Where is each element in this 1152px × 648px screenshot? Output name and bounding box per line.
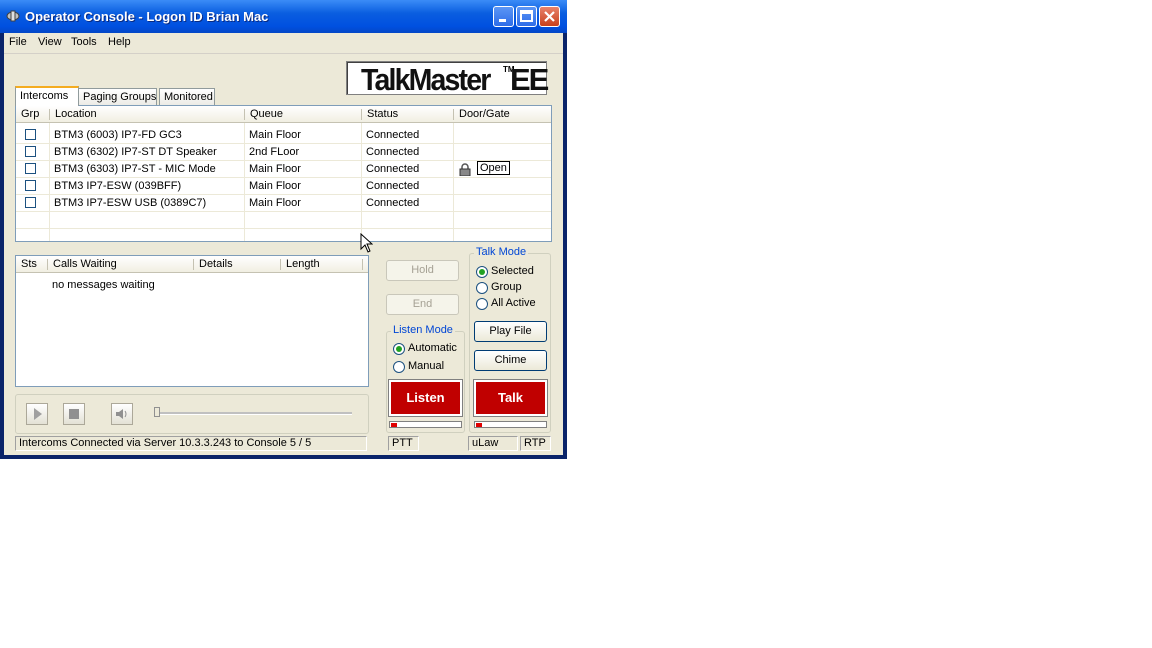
logo-suffix: EE: [510, 62, 549, 97]
col-location[interactable]: Location: [50, 106, 245, 123]
grp-checkbox[interactable]: [25, 146, 36, 157]
close-button[interactable]: [539, 6, 560, 27]
listen-mode-title: Listen Mode: [391, 324, 455, 336]
playback-controls: [15, 394, 369, 434]
calls-waiting-list: Sts Calls Waiting Details Length no mess…: [15, 255, 369, 387]
play-file-button[interactable]: Play File: [474, 321, 547, 342]
listen-button[interactable]: Listen: [388, 379, 463, 417]
title-bar[interactable]: Operator Console - Logon ID Brian Mac: [0, 0, 567, 33]
talk-level-meter: [474, 421, 547, 428]
window-title: Operator Console - Logon ID Brian Mac: [25, 9, 269, 24]
row-queue: Main Floor: [249, 180, 301, 192]
talkmaster-logo: TalkMaster TM EE: [346, 61, 549, 97]
empty-message: no messages waiting: [52, 279, 155, 291]
volume-button[interactable]: [111, 403, 133, 425]
row-location: BTM3 (6302) IP7-ST DT Speaker: [54, 146, 217, 158]
row-location: BTM3 IP7-ESW (039BFF): [54, 180, 182, 192]
listen-mode-group: Listen Mode Automatic Manual Listen: [386, 324, 465, 433]
stop-button[interactable]: [63, 403, 85, 425]
listen-automatic-radio[interactable]: [393, 343, 405, 355]
hold-button[interactable]: Hold: [386, 260, 459, 281]
row-location: BTM3 (6303) IP7-ST - MIC Mode: [54, 163, 216, 175]
talk-button[interactable]: Talk: [473, 379, 548, 417]
minimize-icon: [499, 19, 506, 22]
chime-button[interactable]: Chime: [474, 350, 547, 371]
window-body: File View Tools Help TalkMaster TM EE In…: [4, 33, 563, 455]
menu-tools[interactable]: Tools: [71, 36, 97, 48]
row-queue: Main Floor: [249, 197, 301, 209]
close-icon: [544, 11, 555, 22]
col-details[interactable]: Details: [194, 256, 281, 273]
col-grp[interactable]: Grp: [16, 106, 50, 123]
minimize-button[interactable]: [493, 6, 514, 27]
col-sts[interactable]: Sts: [16, 256, 48, 273]
col-door-gate[interactable]: Door/Gate: [454, 106, 551, 123]
listen-manual-label: Manual: [408, 360, 445, 372]
talk-all-active-label: All Active: [491, 297, 536, 309]
col-length[interactable]: Length: [281, 256, 368, 273]
grp-checkbox[interactable]: [25, 197, 36, 208]
col-queue[interactable]: Queue: [245, 106, 362, 123]
listen-automatic-label: Automatic: [408, 342, 457, 354]
grp-checkbox[interactable]: [25, 163, 36, 174]
talk-group-label: Group: [491, 281, 522, 293]
row-queue: 2nd FLoor: [249, 146, 300, 158]
talk-mode-title: Talk Mode: [474, 246, 529, 258]
listen-manual-radio[interactable]: [393, 361, 405, 373]
play-icon: [34, 408, 42, 420]
listen-level-fill: [391, 423, 397, 427]
app-icon: [6, 10, 20, 22]
row-status: Connected: [366, 146, 420, 158]
row-status: Connected: [366, 197, 420, 209]
row-location: BTM3 (6003) IP7-FD GC3: [54, 129, 182, 141]
maximize-icon: [520, 10, 533, 22]
mouse-cursor-icon: [360, 233, 373, 253]
position-slider-thumb[interactable]: [154, 407, 160, 417]
maximize-button[interactable]: [516, 6, 537, 27]
row-queue: Main Floor: [249, 129, 301, 141]
logo-main: TalkMaster: [361, 62, 491, 97]
grp-checkbox[interactable]: [25, 129, 36, 140]
talk-group-radio[interactable]: [476, 282, 488, 294]
tab-monitored[interactable]: Monitored: [159, 88, 215, 105]
talk-level-fill: [476, 423, 482, 427]
talk-selected-label: Selected: [491, 265, 534, 277]
menu-file[interactable]: File: [9, 36, 27, 48]
row-status: Connected: [366, 163, 420, 175]
status-codec: uLaw: [468, 436, 518, 451]
status-ptt: PTT: [388, 436, 419, 451]
menu-view[interactable]: View: [38, 36, 62, 48]
grp-checkbox[interactable]: [25, 180, 36, 191]
status-protocol: RTP: [520, 436, 551, 451]
speaker-icon: [116, 409, 127, 419]
tab-intercoms[interactable]: Intercoms: [15, 86, 79, 106]
listen-level-meter: [389, 421, 462, 428]
row-status: Connected: [366, 129, 420, 141]
col-calls-waiting[interactable]: Calls Waiting: [48, 256, 194, 273]
talk-all-active-radio[interactable]: [476, 298, 488, 310]
door-open-button[interactable]: Open: [477, 161, 510, 175]
end-button[interactable]: End: [386, 294, 459, 315]
stop-icon: [69, 409, 79, 419]
talk-selected-radio[interactable]: [476, 266, 488, 278]
play-button[interactable]: [26, 403, 48, 425]
menu-bar: File View Tools Help: [4, 33, 563, 54]
operator-console-window: Operator Console - Logon ID Brian Mac Fi…: [0, 0, 567, 459]
tab-paging-groups[interactable]: Paging Groups: [78, 88, 157, 105]
lock-icon: [459, 163, 471, 176]
position-slider-track[interactable]: [156, 412, 352, 415]
row-location: BTM3 IP7-ESW USB (0389C7): [54, 197, 207, 209]
talk-mode-group: Talk Mode Selected Group All Active Play…: [469, 246, 551, 433]
menu-help[interactable]: Help: [108, 36, 131, 48]
row-status: Connected: [366, 180, 420, 192]
row-queue: Main Floor: [249, 163, 301, 175]
status-message: Intercoms Connected via Server 10.3.3.24…: [15, 436, 367, 451]
col-status[interactable]: Status: [362, 106, 454, 123]
intercoms-table: Grp Location Queue Status Door/Gate BTM3…: [15, 105, 552, 242]
